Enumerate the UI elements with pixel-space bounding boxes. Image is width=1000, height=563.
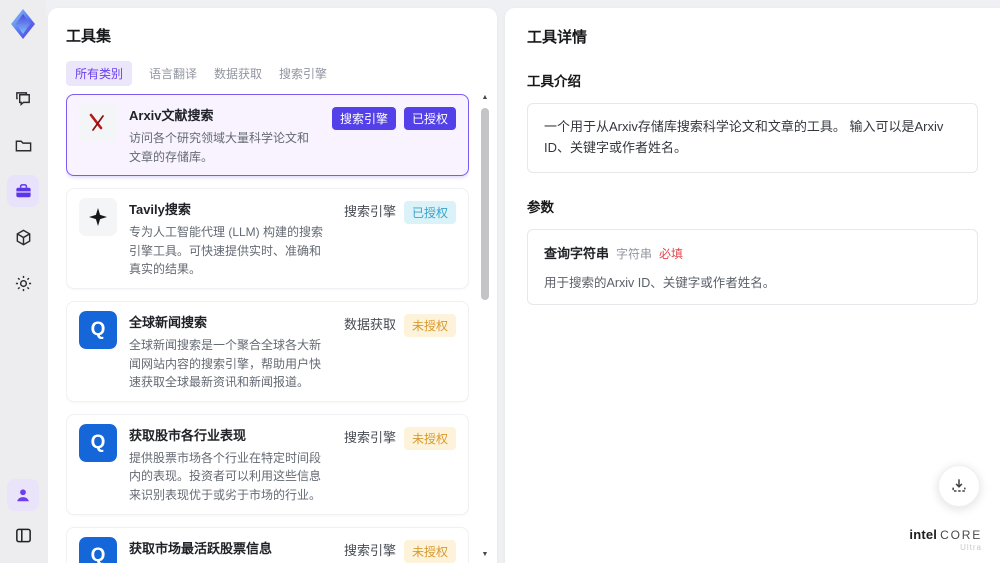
tool-description: 访问各个研究领域大量科学论文和文章的存储库。 bbox=[129, 131, 310, 164]
tool-auth-badge: 未授权 bbox=[403, 539, 456, 563]
download-icon bbox=[952, 479, 966, 492]
app-logo-icon bbox=[6, 7, 40, 41]
tool-logo-icon: Q bbox=[79, 423, 117, 462]
tool-details-panel: 工具详情 工具介绍 一个用于从Arxiv存储库搜索科学论文和文章的工具。 输入可… bbox=[505, 8, 1000, 563]
sidebar-item-tools[interactable] bbox=[7, 175, 39, 207]
folder-icon bbox=[15, 140, 31, 151]
intro-heading: 工具介绍 bbox=[527, 74, 581, 89]
tab-search-engine[interactable]: 搜索引擎 bbox=[279, 61, 327, 86]
tool-category-badge: 搜索引擎 bbox=[343, 429, 396, 445]
category-tabs: 所有类别 语言翻译 数据获取 搜索引擎 bbox=[66, 61, 497, 86]
brand-intel: intel bbox=[909, 526, 938, 542]
download-button[interactable] bbox=[938, 465, 980, 507]
param-box: 查询字符串 字符串 必填 用于搜索的Arxiv ID、关键字或作者姓名。 bbox=[527, 228, 978, 305]
param-name: 查询字符串 bbox=[544, 245, 610, 261]
gear-icon bbox=[15, 275, 31, 291]
intro-text: 一个用于从Arxiv存储库搜索科学论文和文章的工具。 输入可以是Arxiv ID… bbox=[544, 119, 944, 155]
tool-list-item[interactable]: Q 获取市场最活跃股票信息 提供当天交易量最高的股票列表，投资者可以利用这些信息… bbox=[66, 526, 469, 563]
sidebar-item-files[interactable] bbox=[7, 129, 39, 161]
tool-auth-badge: 未授权 bbox=[403, 313, 456, 337]
brand-core: CORE bbox=[940, 527, 982, 542]
details-title: 工具详情 bbox=[527, 29, 588, 46]
tool-description: 全球新闻搜索是一个聚合全球各大新闻网站内容的搜索引擎，帮助用户快速获取全球最新资… bbox=[129, 337, 322, 390]
tool-collection-panel: 工具集 所有类别 语言翻译 数据获取 搜索引擎 Arxiv文献搜索 访问各个研究… bbox=[48, 8, 497, 563]
tool-list-item[interactable]: Q 全球新闻搜索 全球新闻搜索是一个聚合全球各大新闻网站内容的搜索引擎，帮助用户… bbox=[66, 300, 469, 402]
tool-logo-icon: Q bbox=[79, 536, 117, 563]
param-description: 用于搜索的Arxiv ID、关键字或作者姓名。 bbox=[544, 275, 776, 290]
briefcase-icon bbox=[15, 183, 31, 197]
tool-name: 获取股市各行业表现 bbox=[129, 427, 247, 443]
tool-auth-badge: 已授权 bbox=[403, 201, 456, 225]
tool-description: 提供股票市场各个行业在特定时间段内的表现。投资者可以利用这些信息来识别表现优于或… bbox=[129, 450, 322, 502]
tab-all-categories[interactable]: 所有类别 bbox=[66, 61, 133, 86]
brand-ultra: Ultra bbox=[960, 543, 982, 553]
sidebar-item-panel-toggle[interactable] bbox=[7, 519, 39, 551]
param-required-badge: 必填 bbox=[659, 246, 684, 261]
tab-language-translation[interactable]: 语言翻译 bbox=[149, 61, 197, 86]
user-icon bbox=[17, 489, 29, 502]
tool-list: Arxiv文献搜索 访问各个研究领域大量科学论文和文章的存储库。 搜索引擎 已授… bbox=[66, 94, 469, 563]
tool-list-item[interactable]: Tavily搜索 专为人工智能代理 (LLM) 构建的搜索引擎工具。可快速提供实… bbox=[66, 188, 469, 289]
sidebar bbox=[0, 0, 46, 563]
tool-category-badge: 数据获取 bbox=[343, 316, 396, 332]
param-type: 字符串 bbox=[616, 246, 653, 261]
scrollbar-down-icon[interactable]: ▼ bbox=[480, 551, 490, 559]
tool-description: 专为人工智能代理 (LLM) 构建的搜索引擎工具。可快速提供实时、准确和真实的结… bbox=[129, 225, 324, 277]
scrollbar-track[interactable]: ▲ ▼ bbox=[480, 94, 490, 559]
scrollbar-thumb[interactable] bbox=[481, 108, 489, 300]
tool-name: Arxiv文献搜索 bbox=[129, 108, 214, 123]
sidebar-item-packages[interactable] bbox=[7, 221, 39, 253]
sidebar-item-settings[interactable] bbox=[7, 267, 39, 299]
tool-logo-icon bbox=[79, 104, 117, 142]
tool-name: 全球新闻搜索 bbox=[129, 314, 208, 330]
params-heading: 参数 bbox=[527, 199, 554, 215]
tool-category-badge: 搜索引擎 bbox=[331, 107, 396, 130]
tool-list-item[interactable]: Arxiv文献搜索 访问各个研究领域大量科学论文和文章的存储库。 搜索引擎 已授… bbox=[66, 94, 469, 177]
tab-data-acquisition[interactable]: 数据获取 bbox=[214, 61, 262, 86]
tool-category-badge: 搜索引擎 bbox=[343, 204, 396, 220]
tool-logo-icon bbox=[79, 198, 117, 237]
tool-auth-badge: 未授权 bbox=[403, 426, 456, 450]
tool-name: Tavily搜索 bbox=[129, 202, 191, 218]
tool-logo-icon: Q bbox=[79, 310, 117, 349]
scrollbar-up-icon[interactable]: ▲ bbox=[480, 94, 490, 102]
chat-icon bbox=[15, 91, 30, 106]
panel-layout-icon bbox=[15, 528, 31, 542]
page-title: 工具集 bbox=[66, 28, 112, 45]
tool-list-item[interactable]: Q 获取股市各行业表现 提供股票市场各个行业在特定时间段内的表现。投资者可以利用… bbox=[66, 413, 469, 515]
intel-core-logo: intel CORE Ultra bbox=[909, 526, 982, 553]
tool-auth-badge: 已授权 bbox=[403, 107, 456, 130]
intro-box: 一个用于从Arxiv存储库搜索科学论文和文章的工具。 输入可以是Arxiv ID… bbox=[527, 103, 978, 173]
sidebar-item-chat[interactable] bbox=[7, 83, 39, 115]
sidebar-item-profile[interactable] bbox=[7, 479, 39, 511]
tool-name: 获取市场最活跃股票信息 bbox=[129, 540, 273, 556]
cube-icon bbox=[16, 229, 30, 245]
tool-category-badge: 搜索引擎 bbox=[343, 542, 396, 558]
